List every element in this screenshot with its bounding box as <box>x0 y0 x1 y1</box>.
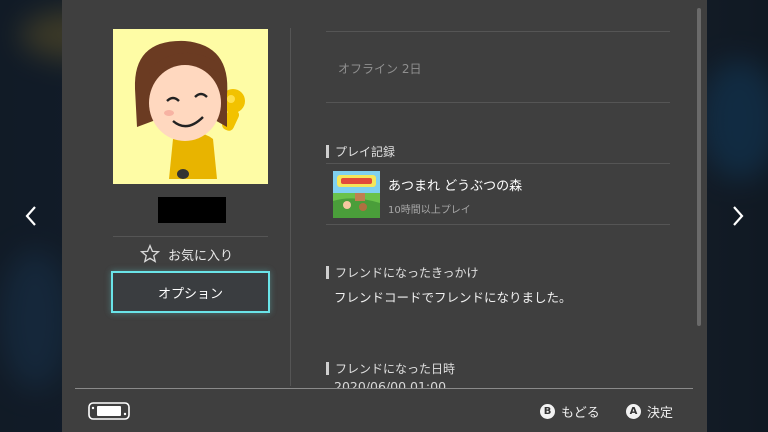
scrollbar-thumb[interactable] <box>697 8 701 326</box>
options-button[interactable]: オプション <box>111 271 270 313</box>
back-hint[interactable]: B もどる <box>540 402 600 421</box>
handheld-console-icon[interactable] <box>88 402 130 420</box>
a-button-icon: A <box>626 404 641 419</box>
scrollbar[interactable] <box>697 0 701 388</box>
mii-character-icon <box>134 40 245 179</box>
play-record-heading-text: プレイ記録 <box>335 145 396 159</box>
heading-bar <box>326 362 329 375</box>
b-button-icon: B <box>540 404 555 419</box>
redacted-name <box>158 197 226 223</box>
heading-bar <box>326 266 329 279</box>
mii-avatar <box>113 29 268 184</box>
back-label: もどる <box>561 406 600 421</box>
friend-date-heading-text: フレンドになった日時 <box>335 362 456 376</box>
chevron-right-icon <box>733 206 744 226</box>
divider <box>326 224 670 225</box>
chevron-left-icon <box>25 206 36 226</box>
favorite-label: お気に入り <box>168 248 234 264</box>
footer-divider <box>75 388 693 389</box>
previous-friend-arrow[interactable] <box>20 196 42 236</box>
divider <box>326 31 670 32</box>
game-title: あつまれ どうぶつの森 <box>388 179 523 194</box>
friend-origin-heading: フレンドになったきっかけ <box>326 264 479 281</box>
confirm-label: 決定 <box>647 406 674 421</box>
star-icon <box>140 244 160 263</box>
heading-bar <box>326 145 329 158</box>
divider <box>326 102 670 103</box>
next-friend-arrow[interactable] <box>727 196 749 236</box>
friend-date-heading: フレンドになった日時 <box>326 360 455 377</box>
game-thumbnail-icon <box>333 171 380 218</box>
column-divider <box>290 28 291 386</box>
friend-origin-heading-text: フレンドになったきっかけ <box>335 266 479 280</box>
favorite-toggle[interactable]: お気に入り <box>140 244 233 264</box>
online-status: オフライン 2日 <box>338 62 422 76</box>
confirm-hint[interactable]: A 決定 <box>626 402 673 421</box>
play-time: 10時間以上プレイ <box>388 205 471 216</box>
friend-date-value: 2020/06/00 01:00 <box>334 380 447 388</box>
options-label: オプション <box>157 286 223 302</box>
game-play-record[interactable]: あつまれ どうぶつの森 10時間以上プレイ <box>326 164 670 224</box>
divider <box>113 236 268 237</box>
play-record-heading: プレイ記録 <box>326 143 395 160</box>
game-thumbnail <box>333 171 380 218</box>
friend-origin-text: フレンドコードでフレンドになりました。 <box>334 290 572 305</box>
